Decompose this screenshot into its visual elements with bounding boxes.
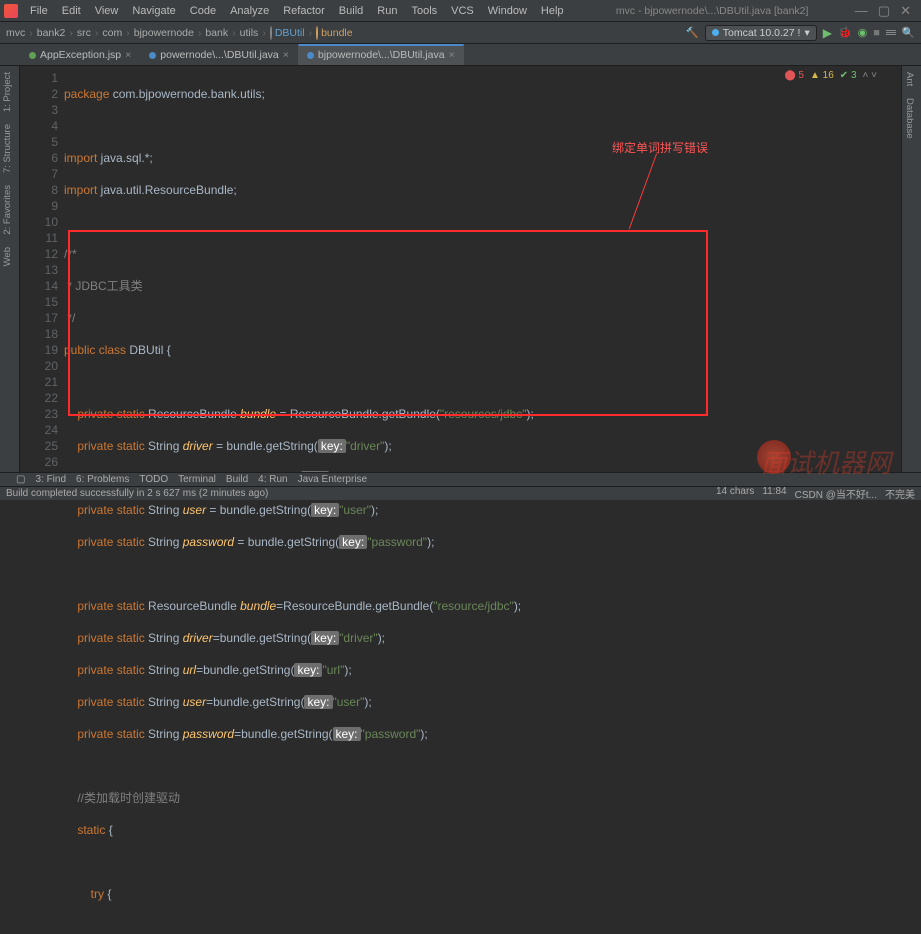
breadcrumbs: mvc› bank2› src› com› bjpowernode› bank›… [6,27,353,39]
close-icon[interactable]: ✕ [900,3,911,19]
tab-run[interactable]: 4: Run [258,474,287,485]
maximize-icon[interactable]: ▢ [878,3,890,19]
navigation-bar: mvc› bank2› src› com› bjpowernode› bank›… [0,22,921,44]
search-icon[interactable]: 🔍 [902,26,915,39]
window-controls: — ▢ ✕ [855,3,917,19]
status-watermark: CSDN @当不好t... [795,486,877,501]
menu-view[interactable]: View [89,3,125,19]
status-caret: 11:84 [762,486,786,501]
tomcat-icon [712,29,719,36]
crumb[interactable]: bank [205,27,228,39]
tab-todo[interactable]: TODO [139,474,168,485]
crumb[interactable]: DBUtil [270,27,305,39]
toolwindow-web[interactable]: Web [0,241,15,272]
tool-window-tabs: ▢ 3: Find 6: Problems TODO Terminal Buil… [0,472,921,486]
toolwindow-ant[interactable]: Ant [902,66,917,92]
tab-terminal[interactable]: Terminal [178,474,216,485]
crumb[interactable]: src [77,27,91,39]
minimize-icon[interactable]: — [855,3,868,19]
menu-vcs[interactable]: VCS [445,3,480,19]
close-icon[interactable]: × [283,49,289,61]
toolwindow-structure[interactable]: 7: Structure [0,118,15,179]
code-editor[interactable]: ⬤ 5 ▲ 16 ✔ 3 ˄ ˅ 12345678910111213141517… [20,66,901,472]
main-menu: File Edit View Navigate Code Analyze Ref… [24,3,570,19]
menu-refactor[interactable]: Refactor [277,3,331,19]
menu-help[interactable]: Help [535,3,570,19]
window-title: mvc - bjpowernode\...\DBUtil.java [bank2… [616,5,809,17]
menu-file[interactable]: File [24,3,54,19]
menu-run[interactable]: Run [371,3,403,19]
tab-find[interactable]: 3: Find [35,474,66,485]
tab-appexception[interactable]: AppException.jsp× [20,45,140,65]
tab-build[interactable]: Build [226,474,248,485]
right-toolwindow-bar: Ant Database [901,66,921,472]
tab-problems[interactable]: 6: Problems [76,474,129,485]
hide-tool-icon[interactable]: ▢ [16,474,25,485]
menu-code[interactable]: Code [184,3,222,19]
watermark-icon [757,440,791,474]
run-button[interactable]: ▶ [823,26,832,40]
status-extra: 不完美 [885,486,915,501]
menu-edit[interactable]: Edit [56,3,87,19]
tab-dbutil2[interactable]: bjpowernode\...\DBUtil.java× [298,44,464,65]
line-gutter: 1234567891011121314151718192021222324252… [20,66,58,470]
tab-jee[interactable]: Java Enterprise [298,474,367,485]
app-icon [4,4,18,18]
left-toolwindow-bar: 1: Project 7: Structure 2: Favorites Web [0,66,20,472]
toolwindow-favorites[interactable]: 2: Favorites [0,179,15,241]
run-config-select[interactable]: Tomcat 10.0.27 ! ▾ [705,25,817,41]
crumb[interactable]: bundle [316,27,353,39]
menu-tools[interactable]: Tools [405,3,443,19]
menu-navigate[interactable]: Navigate [126,3,181,19]
more-icon[interactable] [886,30,896,35]
code-area[interactable]: package com.bjpowernode.bank.utils; impo… [64,66,901,472]
close-icon[interactable]: × [449,49,455,61]
editor-tabs: AppException.jsp× powernode\...\DBUtil.j… [0,44,921,66]
crumb[interactable]: utils [240,27,259,39]
coverage-button[interactable]: ◉ [858,26,868,39]
crumb[interactable]: bjpowernode [134,27,194,39]
menu-analyze[interactable]: Analyze [224,3,275,19]
toolwindow-database[interactable]: Database [902,92,917,145]
jsp-icon [29,52,36,59]
status-message: Build completed successfully in 2 s 627 … [6,488,268,499]
build-icon[interactable]: 🔨 [686,26,699,39]
status-bar: Build completed successfully in 2 s 627 … [0,486,921,500]
java-icon [307,52,314,59]
menu-build[interactable]: Build [333,3,369,19]
java-icon [149,52,156,59]
close-icon[interactable]: × [125,49,131,61]
toolwindow-project[interactable]: 1: Project [0,66,15,118]
crumb[interactable]: mvc [6,27,25,39]
menu-window[interactable]: Window [482,3,533,19]
status-selection: 14 chars [716,486,754,501]
debug-button[interactable]: 🐞 [838,26,852,39]
crumb[interactable]: com [102,27,122,39]
tab-dbutil1[interactable]: powernode\...\DBUtil.java× [140,45,298,65]
stop-button[interactable]: ■ [873,27,880,39]
title-bar: File Edit View Navigate Code Analyze Ref… [0,0,921,22]
crumb[interactable]: bank2 [37,27,66,39]
chevron-down-icon: ▾ [804,27,809,39]
